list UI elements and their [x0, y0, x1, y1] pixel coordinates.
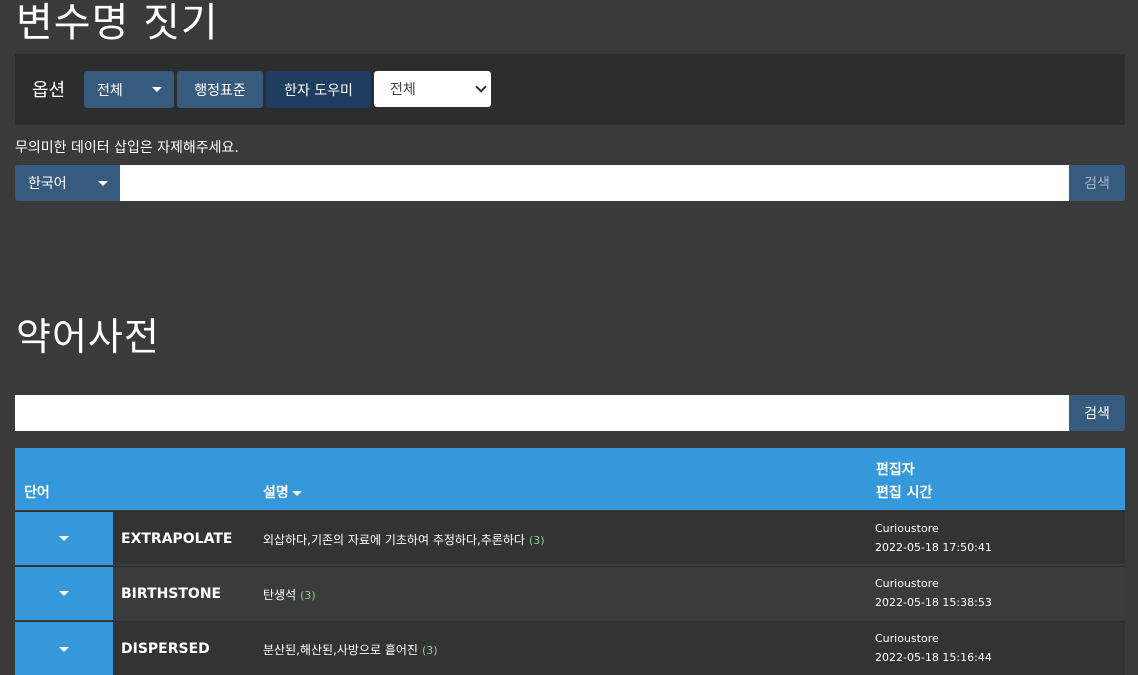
row-word[interactable]: DISPERSED [121, 641, 210, 657]
row-description-text: 외삽하다,기존의 자료에 기초하여 추정하다,추론하다 [263, 533, 525, 547]
abbreviation-search-bar: 검색 [15, 395, 1125, 431]
table-row: DISPERSED 분산된,해산된,사방으로 흩어진 (3) Curioustor… [15, 621, 1125, 675]
row-word[interactable]: EXTRAPOLATE [121, 531, 232, 547]
scope-dropdown-button[interactable]: 전체 [84, 71, 174, 108]
admin-standard-button[interactable]: 행정표준 [177, 71, 263, 108]
notice-text: 무의미한 데이터 삽입은 자제해주세요. [15, 140, 239, 156]
page-title: 변수명 짓기 [16, 0, 219, 46]
scope-label: 전체 [97, 82, 123, 99]
language-dropdown-button[interactable]: 한국어 [15, 165, 120, 201]
hanja-helper-button[interactable]: 한자 도우미 [266, 71, 371, 108]
variable-search-bar: 한국어 검색 [15, 165, 1125, 201]
row-editor: Curioustore [875, 632, 939, 645]
expand-row-button[interactable] [15, 512, 113, 565]
table-header: 단어 설명 편집자 편집 시간 [15, 448, 1125, 510]
column-word: 단어 [24, 485, 50, 501]
column-editor: 편집자 [876, 462, 915, 478]
row-description: 탄생석 (3) [263, 586, 316, 603]
row-count: (3) [528, 534, 545, 547]
table-row: BIRTHSTONE 탄생석 (3) Curioustore 2022-05-18… [15, 566, 1125, 620]
category-select-value: 전체 [390, 82, 416, 98]
table-row: EXTRAPOLATE 외삽하다,기존의 자료에 기초하여 추정하다,추론하다(… [15, 511, 1125, 565]
variable-search-button[interactable]: 검색 [1069, 165, 1125, 201]
row-time: 2022-05-18 15:38:53 [875, 596, 992, 609]
row-description-text: 분산된,해산된,사방으로 흩어진 [263, 643, 418, 657]
variable-search-input[interactable] [120, 165, 1069, 201]
row-editor: Curioustore [875, 577, 939, 590]
abbreviation-dictionary-title: 약어사전 [16, 315, 160, 359]
abbreviation-search-button[interactable]: 검색 [1069, 395, 1125, 431]
caret-down-icon [152, 87, 162, 92]
chevron-down-icon [475, 81, 487, 93]
abbreviation-search-input[interactable] [15, 395, 1069, 431]
options-panel: 옵션 전체 행정표준 한자 도우미 전체 [15, 54, 1125, 125]
row-word[interactable]: BIRTHSTONE [121, 586, 221, 602]
expand-row-button[interactable] [15, 622, 113, 675]
caret-down-icon [98, 181, 108, 186]
row-editor: Curioustore [875, 522, 939, 535]
column-description[interactable]: 설명 [263, 482, 302, 502]
row-time: 2022-05-18 15:16:44 [875, 651, 992, 664]
row-description: 분산된,해산된,사방으로 흩어진 (3) [263, 641, 438, 658]
expand-row-button[interactable] [15, 567, 113, 620]
row-count: (3) [421, 644, 438, 657]
caret-down-icon [59, 646, 69, 652]
caret-down-icon [59, 536, 69, 541]
caret-down-icon [59, 591, 69, 596]
row-description-text: 탄생석 [263, 588, 297, 602]
options-label: 옵션 [32, 80, 66, 101]
sort-caret-icon [291, 490, 302, 496]
language-label: 한국어 [28, 176, 67, 192]
row-count: (3) [300, 589, 316, 602]
category-select[interactable]: 전체 [374, 71, 491, 107]
row-time: 2022-05-18 17:50:41 [875, 541, 992, 554]
column-edit-time: 편집 시간 [876, 485, 933, 501]
row-description: 외삽하다,기존의 자료에 기초하여 추정하다,추론하다 (3) [263, 531, 545, 548]
column-description-label: 설명 [263, 485, 289, 501]
